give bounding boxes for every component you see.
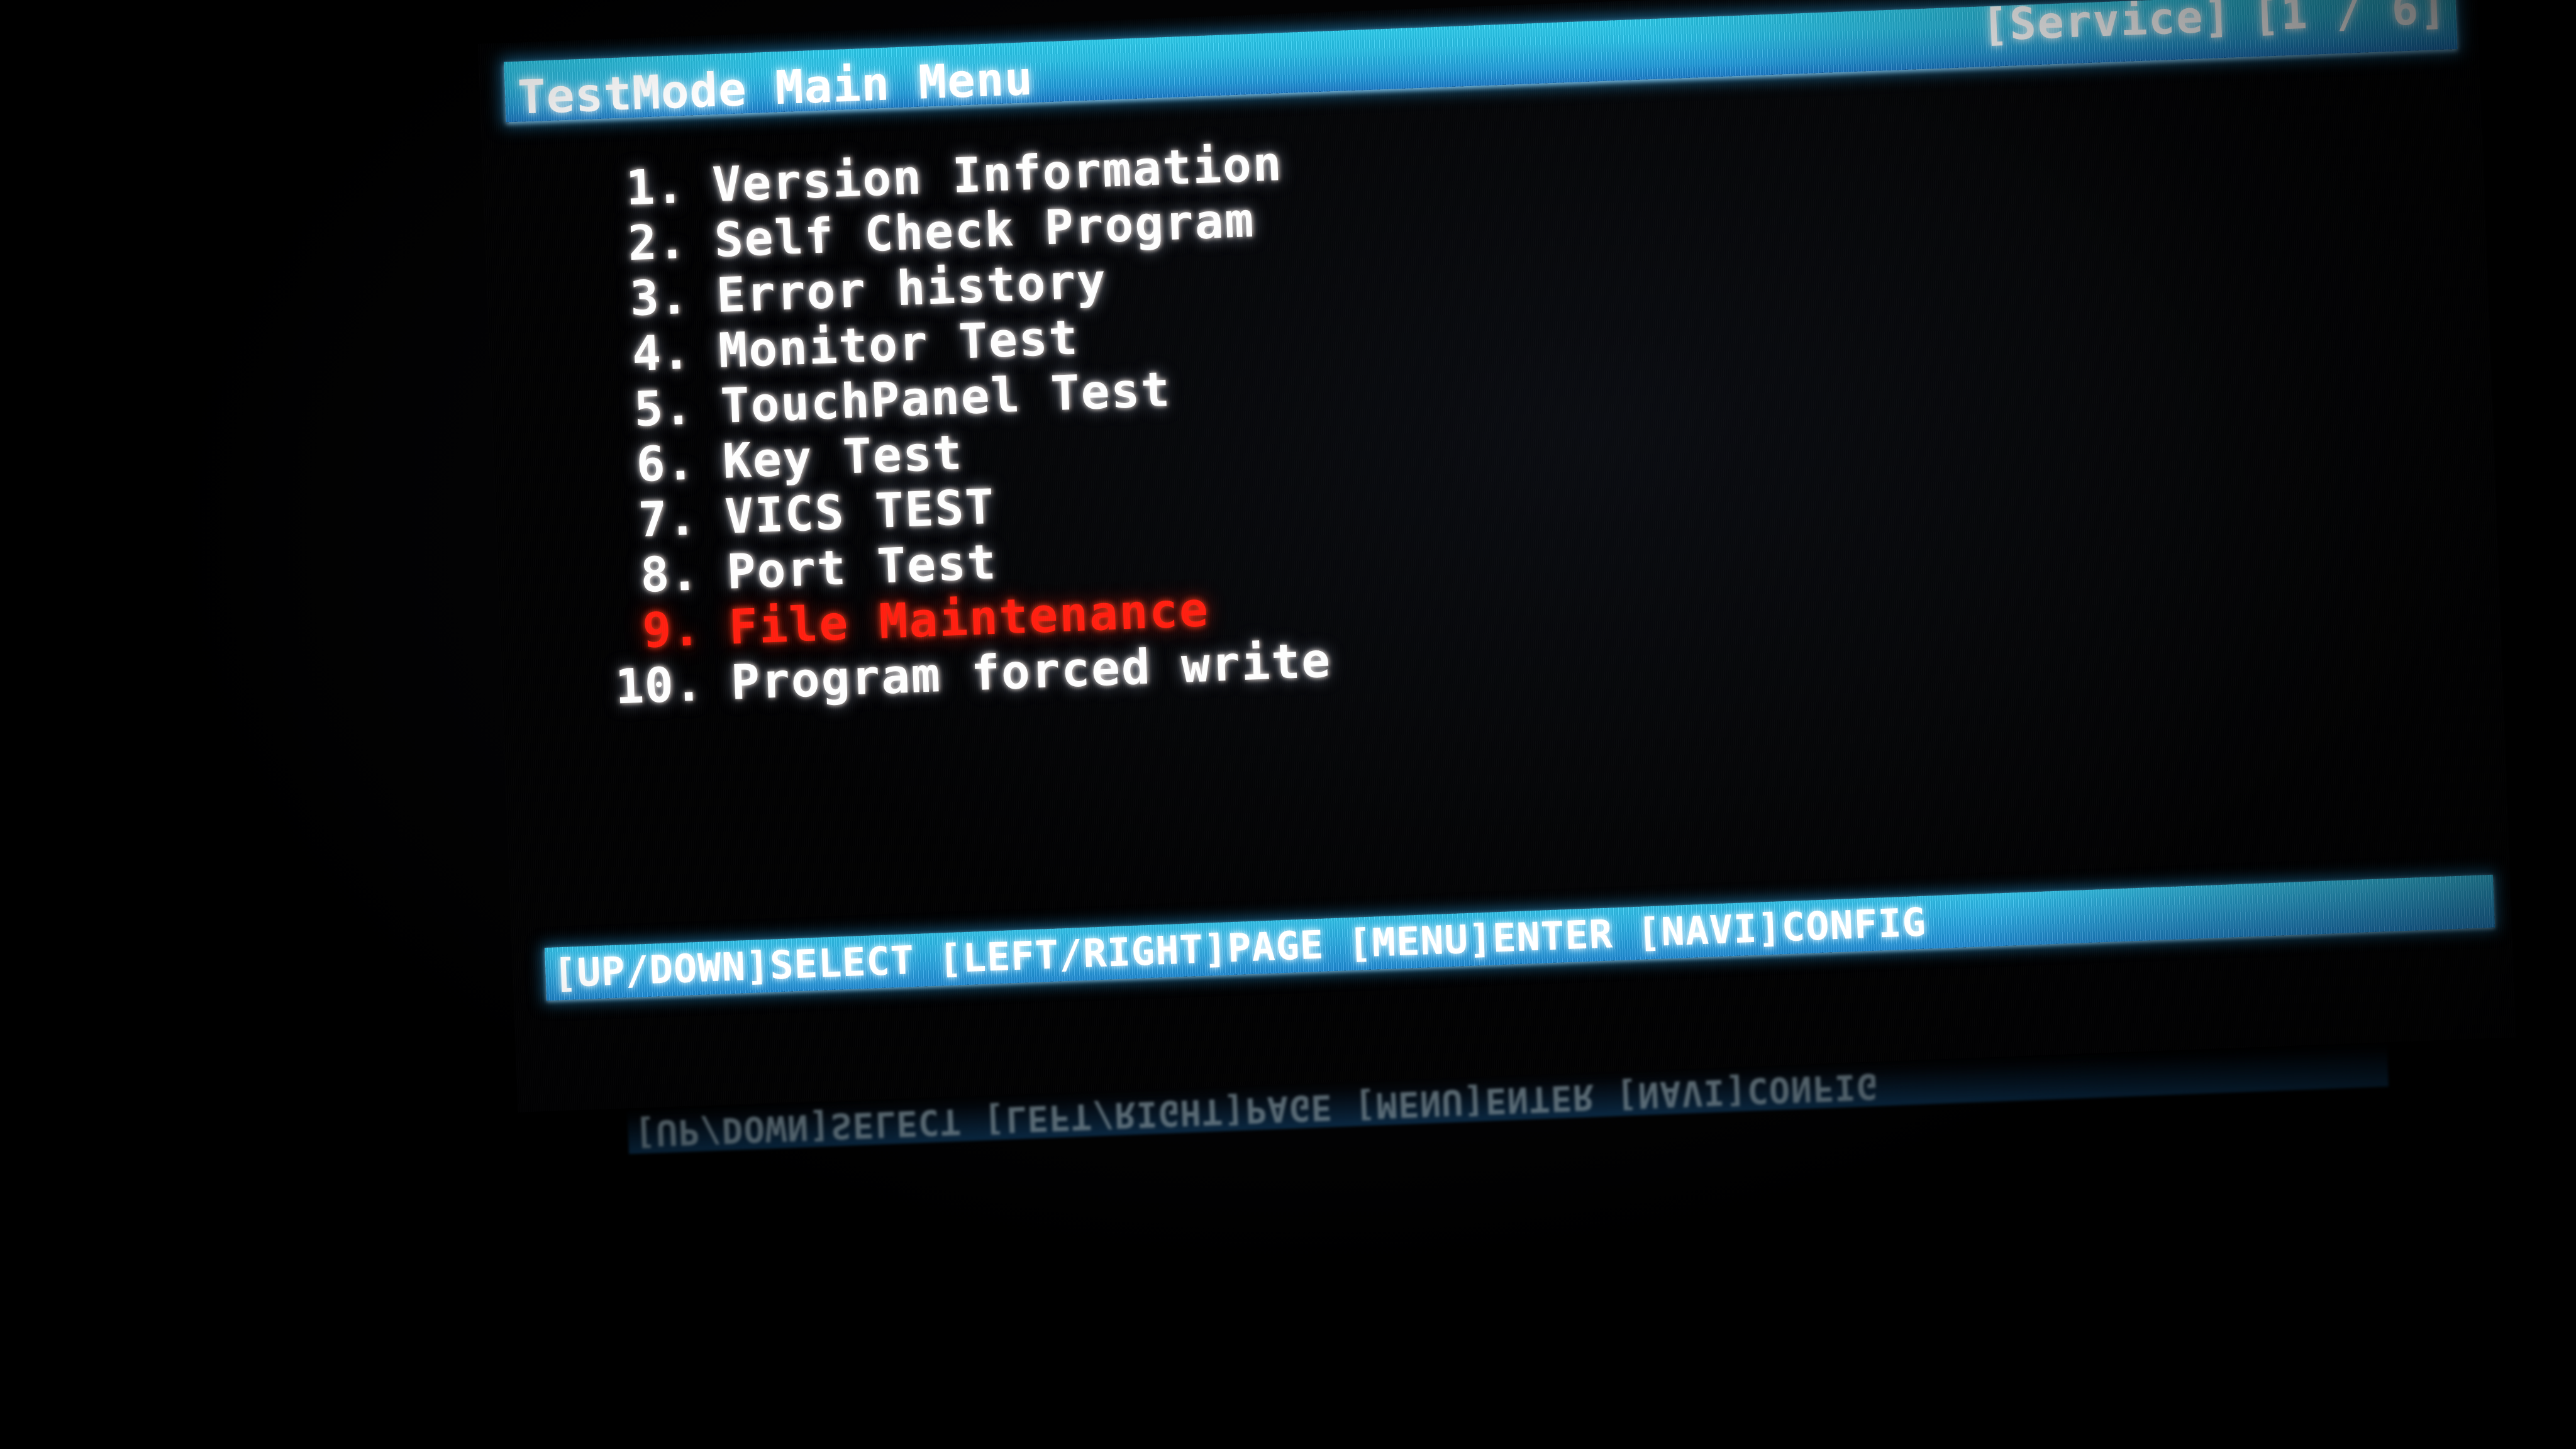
menu-item-number: 8. [639, 545, 701, 603]
menu-item-number: 2. [626, 213, 688, 272]
lcd-surface: TestMode Main Menu [Service] [1 / 6] 1. V… [478, 0, 2517, 1113]
menu-item-number: 1. [625, 157, 686, 216]
hardware-control-row: メニュー 現在地 A [0, 1151, 2576, 1358]
lcd-screen: TestMode Main Menu [Service] [1 / 6] 1. V… [478, 0, 2517, 1113]
status-bar-hints: [UP/DOWN]SELECT [LEFT/RIGHT]PAGE [MENU]E… [552, 899, 1928, 997]
test-mode-menu-list: 1. Version Information 2. Self Check Progra… [570, 105, 2225, 719]
page-title: TestMode Main Menu [516, 51, 1035, 123]
menu-item-label: Monitor Test [717, 309, 1080, 379]
menu-item-number: 4. [631, 323, 692, 382]
menu-item-number: 10. [614, 655, 705, 715]
page-indicator: [1 / 6] [2251, 0, 2448, 42]
menu-item-label: VICS TEST [723, 478, 996, 545]
menu-item-number: 7. [637, 489, 699, 548]
mode-badge: [Service] [1980, 0, 2233, 52]
menu-item-number: 6. [635, 434, 696, 492]
menu-item-number: 5. [633, 379, 694, 438]
status-bar: [UP/DOWN]SELECT [LEFT/RIGHT]PAGE [MENU]E… [544, 874, 2495, 1001]
menu-item-number: 3. [629, 268, 690, 327]
menu-item-number: 9. [641, 600, 702, 658]
menu-item-label: Port Test [726, 533, 998, 600]
photo-of-head-unit: TestMode Main Menu [Service] [1 / 6] 1. V… [0, 0, 2576, 1449]
title-bar-right: [Service] [1 / 6] [1980, 0, 2448, 52]
menu-item-label: Key Test [721, 424, 964, 489]
menu-item-label: TouchPanel Test [719, 361, 1172, 434]
